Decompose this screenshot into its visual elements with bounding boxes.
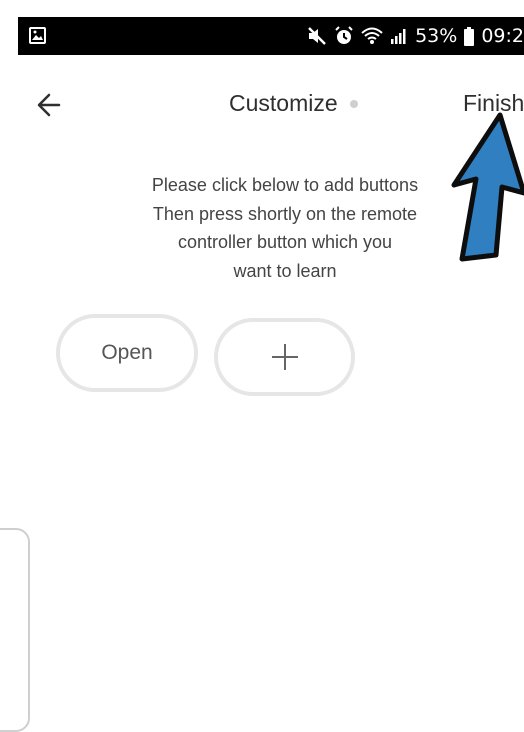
add-button[interactable] [214,318,355,396]
status-indicators: 53% 09:2 [307,17,524,55]
gallery-icon [29,27,46,44]
clock: 09:2 [481,25,524,47]
signal-icon [390,27,408,45]
instructions-text: Please click below to add buttons Then p… [110,171,460,285]
instruction-line: Please click below to add buttons [151,175,419,195]
arrow-left-icon [37,93,61,117]
wifi-icon [361,27,383,45]
open-button[interactable]: Open [56,314,198,392]
back-button[interactable] [33,89,65,121]
alarm-icon [334,26,354,46]
battery-icon [464,26,475,46]
open-button-label: Open [101,341,153,364]
page-title: Customize [229,90,338,116]
remote-buttons: Open [56,314,376,404]
plus-icon [271,344,298,370]
status-bar: 53% 09:2 [18,17,524,55]
status-dot [350,100,358,108]
instruction-line: Then press shortly on the remote [152,203,418,224]
instruction-line: want to learn [233,260,337,281]
battery-percent: 53% [415,25,458,47]
edge-panel-handle[interactable] [0,528,30,732]
mute-icon [307,27,327,45]
instruction-line: controller button which you [177,232,393,252]
